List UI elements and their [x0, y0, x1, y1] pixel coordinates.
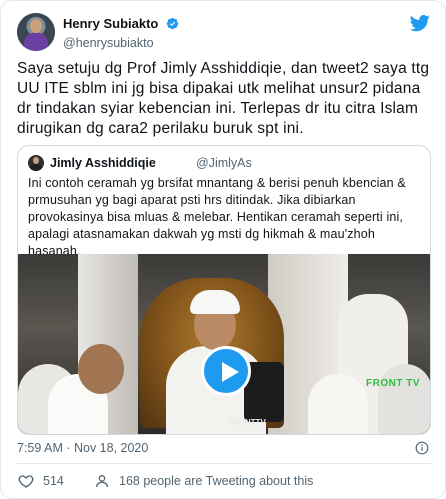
quoted-author-display-name: Jimly Asshiddiqie — [50, 156, 156, 170]
author-names: Henry Subiakto @henrysubiakto — [63, 15, 179, 50]
quoted-author-avatar — [28, 155, 44, 171]
video-thumbnail[interactable]: FRONT TV FRONTTV — [18, 254, 430, 434]
author-avatar[interactable] — [17, 13, 55, 51]
play-icon — [222, 362, 239, 382]
verified-badge-icon — [166, 18, 178, 30]
twitter-bird-icon[interactable] — [409, 13, 431, 33]
tweet-card[interactable]: Henry Subiakto @henrysubiakto Saya setuj… — [0, 0, 446, 499]
like-count[interactable]: 514 — [43, 474, 64, 488]
info-icon[interactable] — [415, 441, 429, 455]
quoted-author-handle: @JimlyAs — [196, 156, 252, 170]
quoted-tweet[interactable]: Jimly Asshiddiqie @JimlyAs Ini contoh ce… — [17, 145, 431, 435]
tweet-timestamp[interactable]: 7:59 AM · Nov 18, 2020 — [17, 441, 148, 455]
author-handle[interactable]: @henrysubiakto — [63, 36, 179, 50]
play-button[interactable] — [201, 346, 251, 396]
video-watermark: FRONT TV — [366, 378, 420, 389]
heart-icon[interactable] — [17, 473, 35, 489]
author-display-name[interactable]: Henry Subiakto — [63, 16, 158, 31]
person-icon[interactable] — [93, 473, 111, 489]
video-watermark-bottom: FRONTTV — [228, 418, 266, 427]
divider — [17, 463, 431, 464]
tweet-header: Henry Subiakto @henrysubiakto — [17, 13, 431, 53]
people-tweeting-link[interactable]: 168 people are Tweeting about this — [119, 474, 313, 488]
tweet-actions: 514 168 people are Tweeting about this — [17, 473, 431, 491]
tweet-text: Saya setuju dg Prof Jimly Asshiddiqie, d… — [17, 60, 430, 137]
quoted-tweet-text: Ini contoh ceramah yg brsifat mnantang &… — [28, 176, 406, 258]
